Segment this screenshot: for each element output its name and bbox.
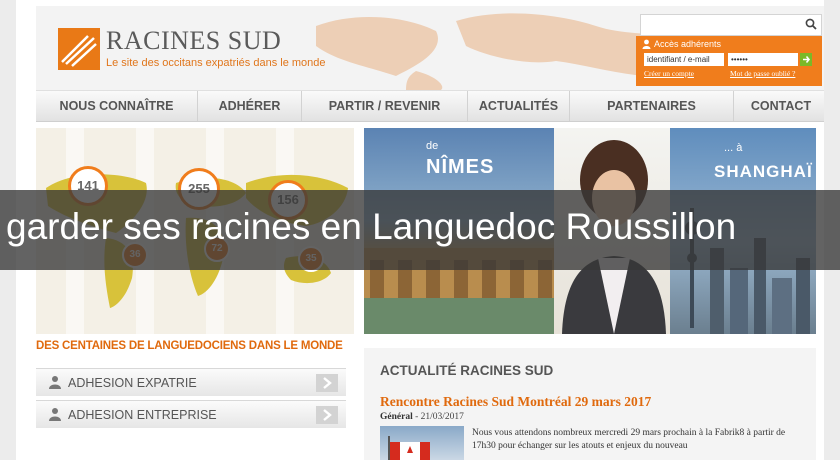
nav-item-news[interactable]: ACTUALITÉS: [468, 91, 570, 121]
news-meta: Général - 21/03/2017: [380, 412, 464, 422]
news-section: ACTUALITÉ RACINES SUD Rencontre Racines …: [364, 348, 816, 460]
login-id-field[interactable]: [644, 53, 724, 66]
hero-to-label: ... à: [724, 142, 743, 154]
news-article-title[interactable]: Rencontre Racines Sud Montréal 29 mars 2…: [380, 394, 651, 410]
site-header: RACINES SUD Le site des occitans expatri…: [36, 6, 824, 90]
person-icon: [49, 408, 61, 421]
login-password-field[interactable]: [728, 53, 798, 66]
search-input[interactable]: [640, 14, 822, 36]
adhesion-entreprise-label: ADHESION ENTREPRISE: [68, 408, 217, 422]
news-article-excerpt: Nous vous attendons nombreux mercredi 29…: [472, 428, 786, 451]
nav-item-contact[interactable]: CONTACT: [734, 91, 824, 121]
login-title: Accès adhérents: [654, 39, 722, 49]
main-nav: NOUS CONNAÎTRE ADHÉRER PARTIR / REVENIR …: [36, 90, 824, 122]
logo-icon[interactable]: [58, 28, 100, 70]
news-category: Général: [380, 412, 413, 422]
user-icon: [642, 39, 651, 49]
arrow-right-icon: [803, 55, 811, 64]
hero-to-city: SHANGHAÏ: [714, 162, 813, 181]
member-login-box: Accès adhérents Créer un compte Mot de p…: [636, 36, 822, 86]
nav-item-about[interactable]: NOUS CONNAÎTRE: [36, 91, 198, 121]
news-heading: ACTUALITÉ RACINES SUD: [380, 363, 554, 378]
arrow-right-icon: [316, 374, 338, 392]
adhesion-expatrie-label: ADHESION EXPATRIE: [68, 376, 197, 390]
login-submit-button[interactable]: [800, 53, 812, 66]
nav-item-join[interactable]: ADHÉRER: [198, 91, 302, 121]
hero-from-city: NÎMES: [426, 156, 495, 178]
news-thumbnail[interactable]: [380, 426, 464, 460]
nav-item-leave-return[interactable]: PARTIR / REVENIR: [302, 91, 468, 121]
overlay-caption-banner: garder ses racines en Languedoc Roussill…: [0, 190, 840, 270]
arrow-right-icon: [316, 406, 338, 424]
overlay-caption: garder ses racines en Languedoc Roussill…: [6, 206, 737, 247]
adhesion-expatrie-button[interactable]: ADHESION EXPATRIE: [36, 368, 346, 396]
brand-tagline: Le site des occitans expatriés dans le m…: [106, 57, 326, 69]
canada-flag-graphic: [388, 436, 430, 460]
adhesion-entreprise-button[interactable]: ADHESION ENTREPRISE: [36, 400, 346, 428]
search-icon[interactable]: [804, 17, 818, 31]
person-icon: [49, 376, 61, 389]
create-account-link[interactable]: Créer un compte: [644, 69, 694, 78]
forgot-password-link[interactable]: Mot de passe oublié ?: [730, 69, 795, 78]
news-date: 21/03/2017: [420, 412, 464, 422]
nav-item-partners[interactable]: PARTENAIRES: [570, 91, 734, 121]
map-caption: DES CENTAINES DE LANGUEDOCIENS DANS LE M…: [36, 340, 343, 352]
brand-name[interactable]: RACINES SUD: [106, 26, 281, 56]
hero-from-label: de: [426, 140, 439, 152]
